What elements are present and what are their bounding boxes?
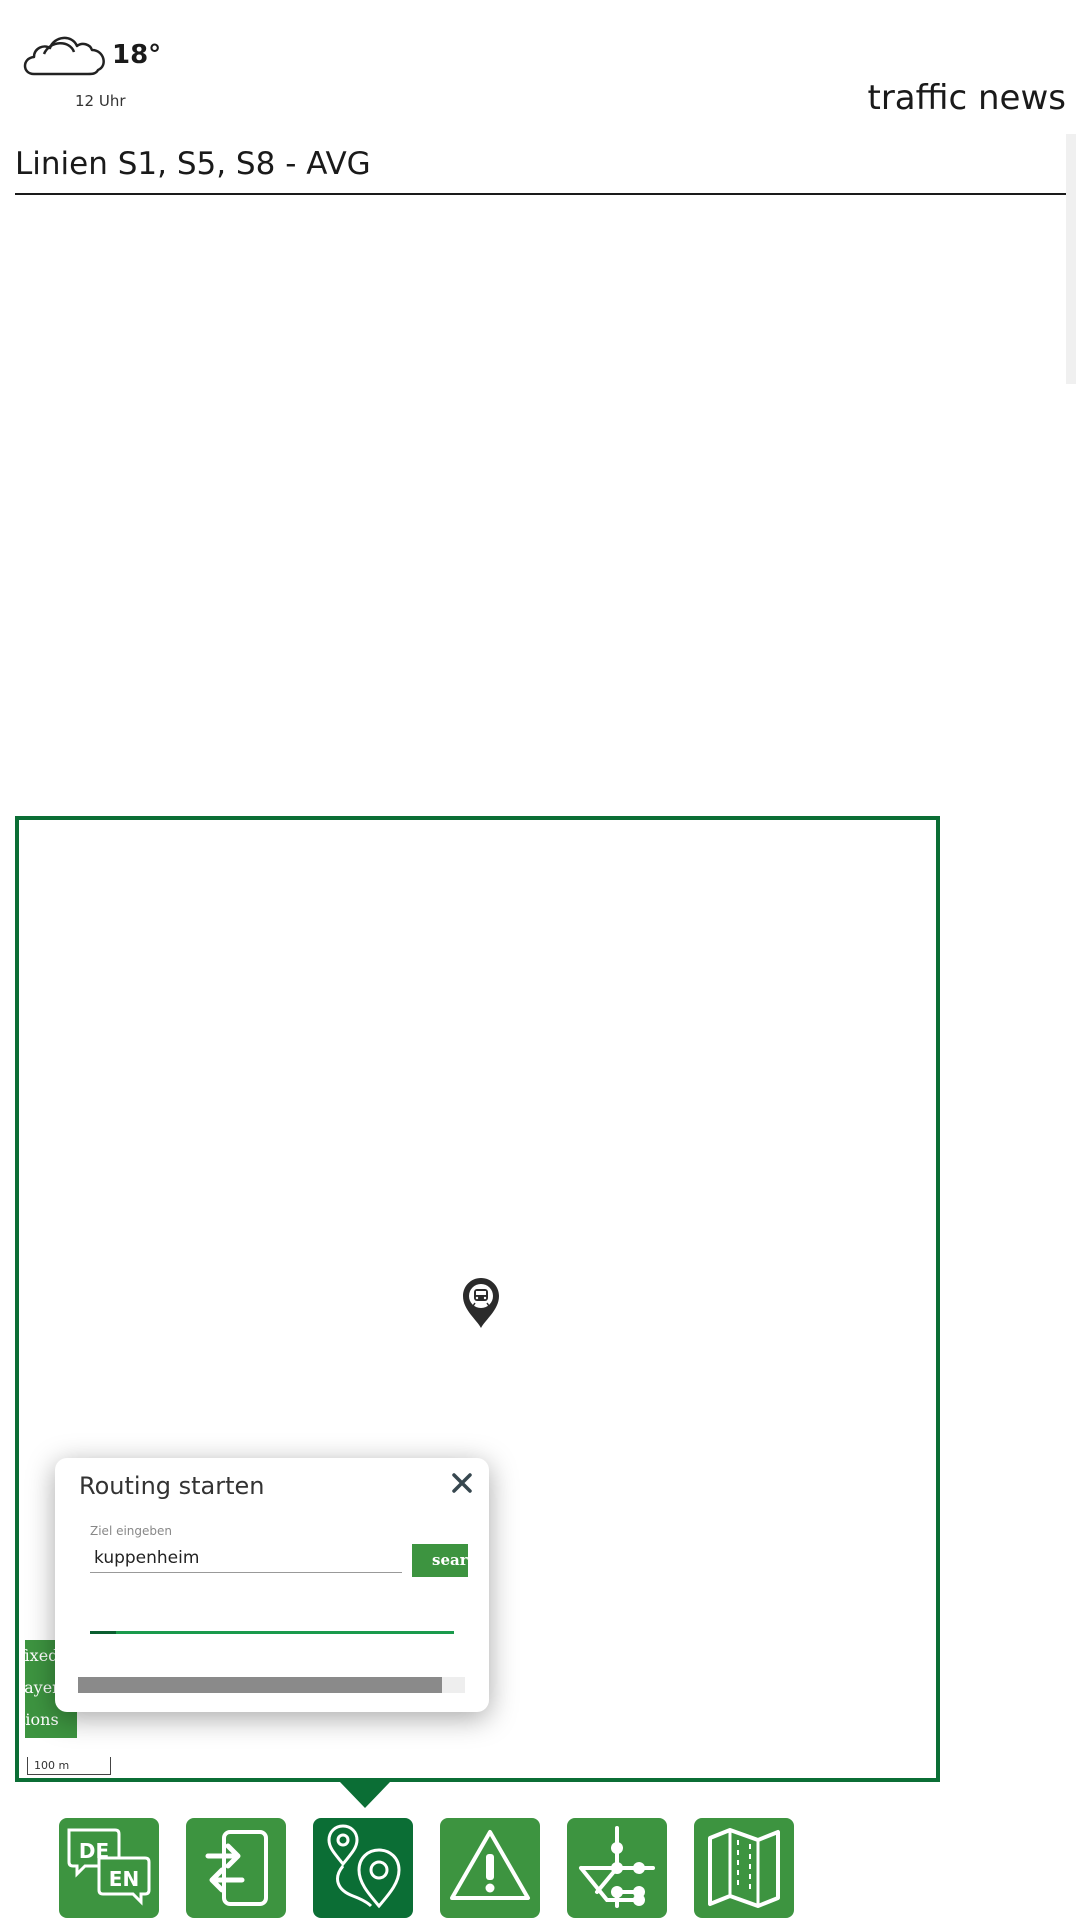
close-icon[interactable] [449,1470,475,1496]
weather-widget: 18° 12 Uhr [20,30,180,120]
routing-popup-title: Routing starten [79,1472,265,1500]
news-scrollbar[interactable] [1066,134,1076,384]
news-divider [15,193,1066,195]
warning-icon [450,1830,530,1900]
network-lines-icon [579,1826,655,1908]
map-scale-bar: 100 m [27,1757,111,1775]
phone-transfer-icon [205,1830,268,1906]
routing-popup: Routing starten Ziel eingeben search [55,1458,489,1712]
destination-label: Ziel eingeben [90,1524,173,1538]
search-button[interactable]: search [412,1544,468,1577]
popup-horizontal-scrollbar[interactable] [78,1677,465,1693]
transfer-to-phone-button[interactable] [186,1818,286,1918]
folded-map-icon [708,1828,780,1908]
active-tool-pointer [340,1782,390,1808]
routing-button[interactable] [313,1818,413,1918]
loading-progress-bar [90,1631,454,1634]
traffic-warnings-button[interactable] [440,1818,540,1918]
scrollbar-thumb[interactable] [78,1677,442,1693]
app-title: traffic news [867,78,1066,118]
weather-time: 12 Uhr [75,92,126,110]
search-button-label: search [432,1551,468,1569]
news-headline: Linien S1, S5, S8 - AVG [15,146,371,182]
cloud-icon [23,36,105,76]
destination-input[interactable] [90,1543,402,1573]
language-de-en-icon: DE EN [67,1828,151,1906]
progress-indicator [90,1631,116,1634]
temperature: 18° [112,40,162,70]
language-toggle-button[interactable]: DE EN [59,1818,159,1918]
map-view-button[interactable] [694,1818,794,1918]
network-map-button[interactable] [567,1818,667,1918]
language-en-label: EN [109,1867,139,1891]
route-pin-icon [327,1824,401,1909]
train-location-pin-icon[interactable] [460,1276,502,1330]
